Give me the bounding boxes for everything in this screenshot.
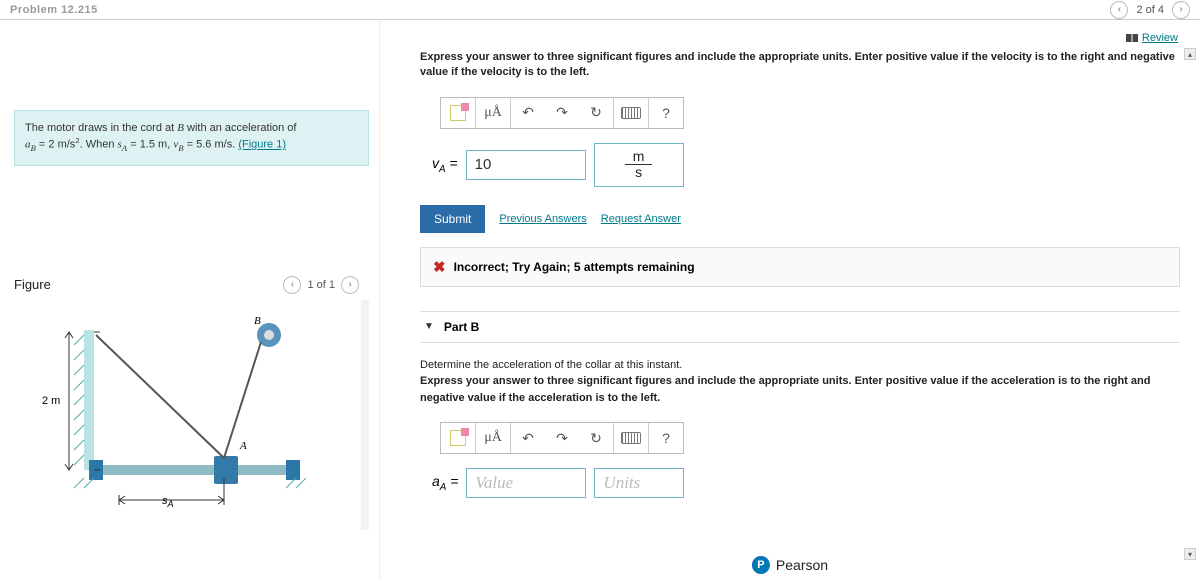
keyboard-icon[interactable] [614,98,648,128]
scroll-down-button[interactable]: ▾ [1184,548,1196,560]
incorrect-icon: ✖ [433,258,446,276]
formula-toolbar-b: μÅ ↶ ↷ ↻ ? [440,422,684,454]
redo-button[interactable]: ↷ [545,423,579,453]
help-button[interactable]: ? [649,423,683,453]
figure-pager-label: 1 of 1 [307,279,335,291]
part-b-header[interactable]: ▼ Part B [420,311,1180,343]
figure-link[interactable]: (Figure 1) [238,139,286,151]
request-answer-link[interactable]: Request Answer [601,213,681,225]
figure-label-a: A [240,440,247,452]
part-b-prompt: Determine the acceleration of the collar… [420,357,1180,407]
part-a-value-input[interactable] [466,150,586,180]
redo-button[interactable]: ↷ [545,98,579,128]
part-a-units-box[interactable]: ms [594,143,684,187]
problem-label: Problem 12.215 [10,4,98,16]
submit-button[interactable]: Submit [420,205,485,233]
special-chars-button[interactable]: μÅ [476,423,510,453]
figure-prev-button[interactable]: ‹ [283,276,301,294]
formula-toolbar-a: μÅ ↶ ↷ ↻ ? [440,97,684,129]
footer-brand: P Pearson [752,556,828,574]
previous-answers-link[interactable]: Previous Answers [499,213,586,225]
part-b-title: Part B [444,320,479,334]
review-link[interactable]: Review [1126,32,1178,44]
caret-down-icon: ▼ [424,321,434,332]
figure-canvas: 2 m A B sA [14,300,369,530]
keyboard-icon[interactable] [614,423,648,453]
scroll-up-button[interactable]: ▴ [1184,48,1196,60]
figure-next-button[interactable]: › [341,276,359,294]
figure-title: Figure [14,277,51,292]
problem-counter: 2 of 4 [1136,4,1164,16]
figure-dim-2m: 2 m [42,395,60,407]
feedback-text: Incorrect; Try Again; 5 attempts remaini… [454,260,695,274]
part-b-units-input[interactable] [594,468,684,498]
figure-pager: ‹ 1 of 1 › [283,276,359,294]
reset-button[interactable]: ↻ [579,98,613,128]
help-button[interactable]: ? [649,98,683,128]
figure-label-sa: sA [162,495,174,509]
template-icon[interactable] [441,98,475,128]
problem-statement: The motor draws in the cord at B with an… [14,110,369,166]
special-chars-button[interactable]: μÅ [476,98,510,128]
undo-button[interactable]: ↶ [511,98,545,128]
part-a-instruction: Express your answer to three significant… [420,50,1180,81]
part-b-variable-label: aA = [432,473,458,493]
prev-problem-button[interactable]: ‹ [1110,1,1128,19]
part-b-value-input[interactable] [466,468,586,498]
undo-button[interactable]: ↶ [511,423,545,453]
template-icon[interactable] [441,423,475,453]
figure-label-b: B [254,315,261,327]
pearson-logo-icon: P [752,556,770,574]
window-top-bar: Problem 12.215 ‹ 2 of 4 › [0,0,1200,20]
part-a-variable-label: vA = [432,155,458,175]
next-problem-button[interactable]: › [1172,1,1190,19]
reset-button[interactable]: ↻ [579,423,613,453]
left-column: The motor draws in the cord at B with an… [0,20,380,580]
right-column: Review ▴ ▾ Express your answer to three … [380,20,1200,580]
feedback-box: ✖ Incorrect; Try Again; 5 attempts remai… [420,247,1180,287]
